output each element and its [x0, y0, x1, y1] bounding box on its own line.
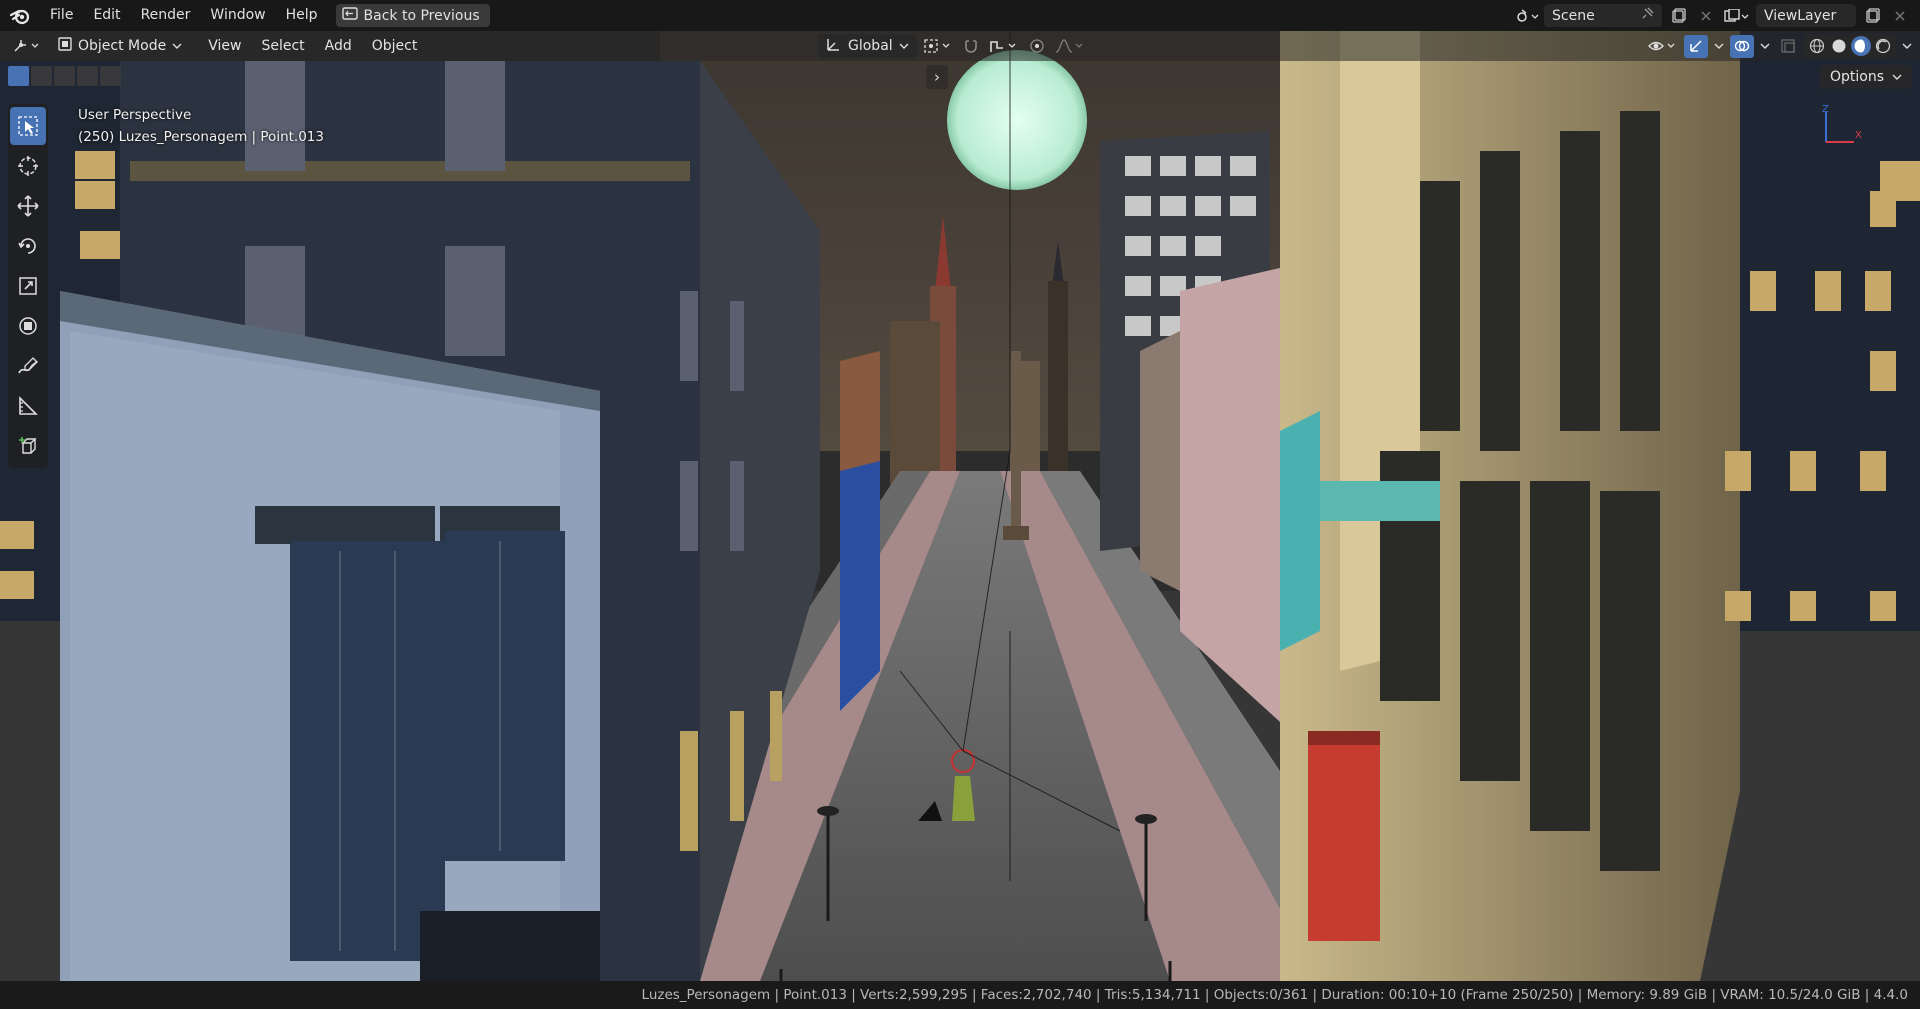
- blender-logo-icon[interactable]: [0, 0, 40, 31]
- view-layer-value: ViewLayer: [1764, 7, 1837, 24]
- solid-shading-icon[interactable]: [1829, 36, 1849, 56]
- scale-tool-icon[interactable]: [10, 267, 46, 305]
- tool-shelf: [8, 104, 48, 468]
- navigation-gizmo[interactable]: Z X: [1818, 104, 1864, 150]
- transform-tool-icon[interactable]: [10, 307, 46, 345]
- select-extend-icon[interactable]: [31, 66, 52, 86]
- xray-toggle-icon[interactable]: [1776, 35, 1800, 58]
- select-intersect-icon[interactable]: [100, 66, 121, 86]
- viewport-header: Object Mode View Select Add Object Globa…: [0, 31, 1920, 61]
- top-menu-bar: File Edit Render Window Help Back to Pre…: [0, 0, 1920, 31]
- gizmo-toggle-icon[interactable]: [1684, 34, 1708, 58]
- transform-orientation-label: Global: [848, 38, 893, 54]
- topbar-right-group: Scene ViewLayer: [1516, 0, 1920, 31]
- back-to-previous-button[interactable]: Back to Previous: [335, 4, 490, 27]
- add-cube-tool-icon[interactable]: [10, 427, 46, 465]
- falloff-icon[interactable]: [1053, 35, 1087, 58]
- back-to-previous-label: Back to Previous: [363, 7, 480, 24]
- chevron-down-icon[interactable]: [1900, 35, 1914, 58]
- move-tool-icon[interactable]: [10, 187, 46, 225]
- menu-add[interactable]: Add: [315, 31, 362, 61]
- material-preview-shading-icon[interactable]: [1851, 36, 1871, 56]
- new-scene-icon[interactable]: [1666, 4, 1690, 27]
- menu-edit[interactable]: Edit: [83, 0, 130, 31]
- menu-help[interactable]: Help: [276, 0, 328, 31]
- menu-object[interactable]: Object: [362, 31, 428, 61]
- scene-selector-icon[interactable]: [1516, 4, 1540, 27]
- select-new-icon[interactable]: [8, 66, 29, 86]
- menu-select[interactable]: Select: [251, 31, 314, 61]
- chevron-down-icon[interactable]: [1712, 35, 1726, 58]
- gizmo-z-axis-label: Z: [1822, 104, 1829, 115]
- scene-statistics: Luzes_Personagem | Point.013 | Verts:2,5…: [641, 987, 1908, 1003]
- editor-type-icon[interactable]: [10, 35, 44, 58]
- menu-window[interactable]: Window: [200, 0, 275, 31]
- object-mode-dropdown[interactable]: Object Mode: [50, 34, 191, 58]
- view-perspective-label: User Perspective: [78, 107, 192, 123]
- selection-mode-buttons: [8, 66, 121, 86]
- new-view-layer-icon[interactable]: [1860, 4, 1884, 27]
- transform-orientation-dropdown[interactable]: Global: [818, 34, 917, 58]
- measure-tool-icon[interactable]: [10, 387, 46, 425]
- 3d-viewport[interactable]: [0, 31, 1920, 981]
- view-layer-field[interactable]: ViewLayer: [1756, 4, 1856, 27]
- visibility-eye-icon[interactable]: [1646, 35, 1680, 58]
- options-dropdown[interactable]: Options: [1819, 65, 1912, 89]
- rotate-tool-icon[interactable]: [10, 227, 46, 265]
- wireframe-shading-icon[interactable]: [1807, 36, 1827, 56]
- pin-icon[interactable]: [1640, 7, 1654, 25]
- menu-view[interactable]: View: [198, 31, 251, 61]
- status-bar: Luzes_Personagem | Point.013 | Verts:2,5…: [0, 981, 1920, 1009]
- chevron-down-icon: [1892, 69, 1902, 85]
- menu-file[interactable]: File: [40, 0, 83, 31]
- cursor-tool-icon[interactable]: [10, 147, 46, 185]
- object-mode-label: Object Mode: [78, 38, 167, 54]
- shading-mode-switch: [1804, 34, 1896, 58]
- overlays-toggle-icon[interactable]: [1730, 34, 1754, 58]
- active-object-label: (250) Luzes_Personagem | Point.013: [78, 129, 324, 145]
- scene-name-value: Scene: [1552, 7, 1595, 24]
- transform-controls: Global: [812, 31, 1087, 61]
- menu-render[interactable]: Render: [131, 0, 201, 31]
- select-box-tool-icon[interactable]: [10, 107, 46, 145]
- snap-toggle-icon[interactable]: [959, 35, 983, 58]
- chevron-down-icon: [899, 38, 909, 54]
- proportional-editing-icon[interactable]: [1025, 35, 1049, 58]
- sidebar-toggle-chevron-icon[interactable]: ›: [926, 65, 948, 89]
- delete-view-layer-icon[interactable]: [1888, 4, 1912, 27]
- select-invert-icon[interactable]: [77, 66, 98, 86]
- scene-name-field[interactable]: Scene: [1544, 4, 1662, 27]
- rendered-shading-icon[interactable]: [1873, 36, 1893, 56]
- viewport-info-overlay: User Perspective (250) Luzes_Personagem …: [78, 104, 324, 148]
- pivot-point-icon[interactable]: [921, 35, 955, 58]
- screen-back-icon: [341, 7, 358, 24]
- orientation-axes-icon: [826, 36, 842, 56]
- chevron-down-icon: [172, 38, 182, 54]
- chevron-down-icon[interactable]: [1758, 35, 1772, 58]
- select-subtract-icon[interactable]: [54, 66, 75, 86]
- gizmo-x-axis-label: X: [1855, 130, 1862, 141]
- rendered-street-scene: [0, 31, 1920, 981]
- snap-target-icon[interactable]: [987, 35, 1021, 58]
- viewport-header-right: [1646, 31, 1914, 61]
- object-mode-icon: [58, 37, 72, 55]
- delete-scene-icon[interactable]: [1694, 4, 1718, 27]
- view-layer-selector-icon[interactable]: [1722, 4, 1752, 27]
- options-label: Options: [1829, 69, 1884, 85]
- annotate-tool-icon[interactable]: [10, 347, 46, 385]
